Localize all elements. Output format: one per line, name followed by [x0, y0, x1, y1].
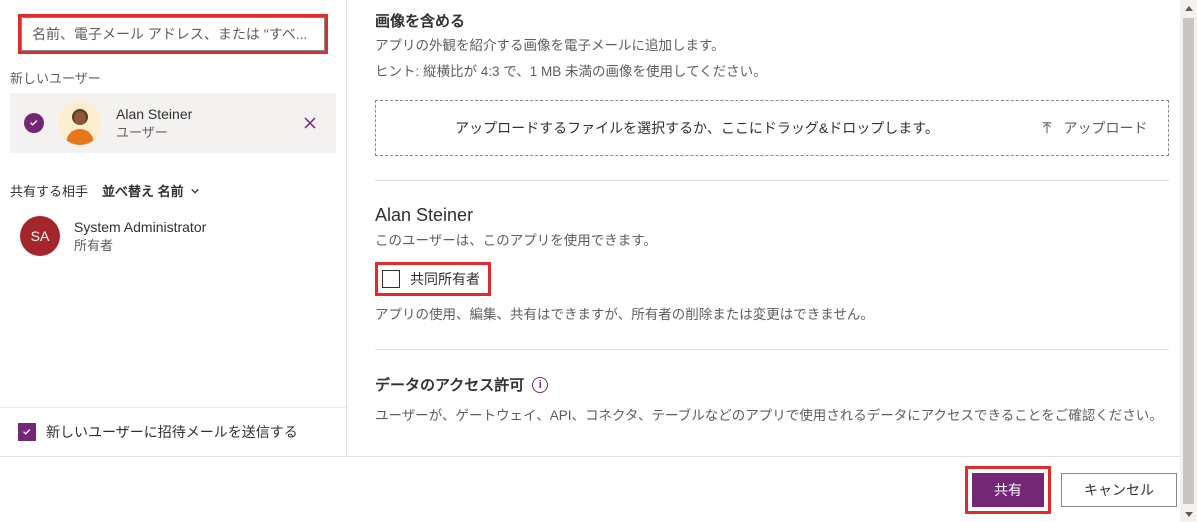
share-button[interactable]: 共有 [972, 473, 1044, 507]
coowner-label: 共同所有者 [410, 269, 480, 289]
selected-user-text: Alan Steiner ユーザー [116, 105, 284, 141]
upload-arrow-icon [1040, 121, 1054, 135]
coowner-checkbox[interactable]: 共同所有者 [375, 262, 491, 296]
divider [375, 349, 1169, 350]
dropzone-text: アップロードするファイルを選択するか、ここにドラッグ&ドロップします。 [376, 118, 1018, 138]
dialog-footer: 共有 キャンセル [0, 456, 1197, 522]
invite-mail-checkbox[interactable]: 新しいユーザーに招待メールを送信する [18, 422, 328, 442]
info-icon[interactable]: i [532, 377, 548, 393]
user-desc: このユーザーは、このアプリを使用できます。 [375, 230, 1169, 252]
search-highlight-box [18, 14, 328, 54]
sort-dropdown[interactable]: 並べ替え 名前 [102, 181, 200, 200]
right-pane: 画像を含める アプリの外観を紹介する画像を電子メールに追加します。 ヒント: 縦… [347, 0, 1197, 456]
avatar [58, 101, 102, 145]
image-section-desc: アプリの外観を紹介する画像を電子メールに追加します。 [375, 35, 1169, 57]
new-user-label: 新しいユーザー [0, 68, 346, 93]
owner-name: System Administrator [74, 218, 326, 237]
owner-row[interactable]: SA System Administrator 所有者 [0, 210, 346, 262]
page-scrollbar[interactable] [1180, 0, 1197, 522]
share-with-label: 共有する相手 [10, 181, 88, 200]
person-name: Alan Steiner [375, 205, 1169, 226]
chevron-down-icon [190, 183, 200, 199]
left-pane: 新しいユーザー Alan Steiner ユーザー 共有する相手 並べ替え 名前 [0, 0, 347, 456]
invite-mail-label: 新しいユーザーに招待メールを送信する [46, 422, 298, 442]
divider [375, 180, 1169, 181]
upload-button[interactable]: アップロード [1018, 101, 1168, 155]
permission-title-text: データのアクセス許可 [375, 374, 524, 395]
scroll-thumb[interactable] [1183, 18, 1194, 504]
coowner-desc: アプリの使用、編集、共有はできますが、所有者の削除または変更はできません。 [375, 304, 1169, 326]
selected-user-role: ユーザー [116, 124, 284, 142]
avatar-initials: SA [20, 216, 60, 256]
image-section-hint: ヒント: 縦横比が 4:3 で、1 MB 未満の画像を使用してください。 [375, 61, 1169, 83]
search-input[interactable] [21, 17, 325, 51]
owner-text: System Administrator 所有者 [74, 218, 326, 254]
permission-desc: ユーザーが、ゲートウェイ、API、コネクタ、テーブルなどのアプリで使用されるデー… [375, 405, 1169, 427]
scroll-up-icon[interactable] [1180, 0, 1197, 17]
cancel-button[interactable]: キャンセル [1061, 473, 1177, 507]
owner-role: 所有者 [74, 237, 326, 255]
remove-user-button[interactable] [298, 111, 322, 135]
sort-label: 並べ替え 名前 [102, 181, 184, 200]
checkbox-checked-icon [18, 423, 36, 441]
selected-user-row[interactable]: Alan Steiner ユーザー [10, 93, 336, 153]
upload-label: アップロード [1064, 118, 1148, 138]
share-with-header: 共有する相手 並べ替え 名前 [0, 153, 346, 210]
image-section-title: 画像を含める [375, 10, 1169, 31]
left-footer: 新しいユーザーに招待メールを送信する [0, 407, 346, 456]
checkbox-unchecked-icon [382, 270, 400, 288]
permission-section-title: データのアクセス許可 i [375, 374, 1169, 395]
checkmark-circle-icon [24, 113, 44, 133]
share-button-highlight: 共有 [965, 466, 1051, 514]
selected-user-name: Alan Steiner [116, 105, 284, 124]
upload-dropzone[interactable]: アップロードするファイルを選択するか、ここにドラッグ&ドロップします。 アップロ… [375, 100, 1169, 156]
scroll-down-icon[interactable] [1180, 505, 1197, 522]
